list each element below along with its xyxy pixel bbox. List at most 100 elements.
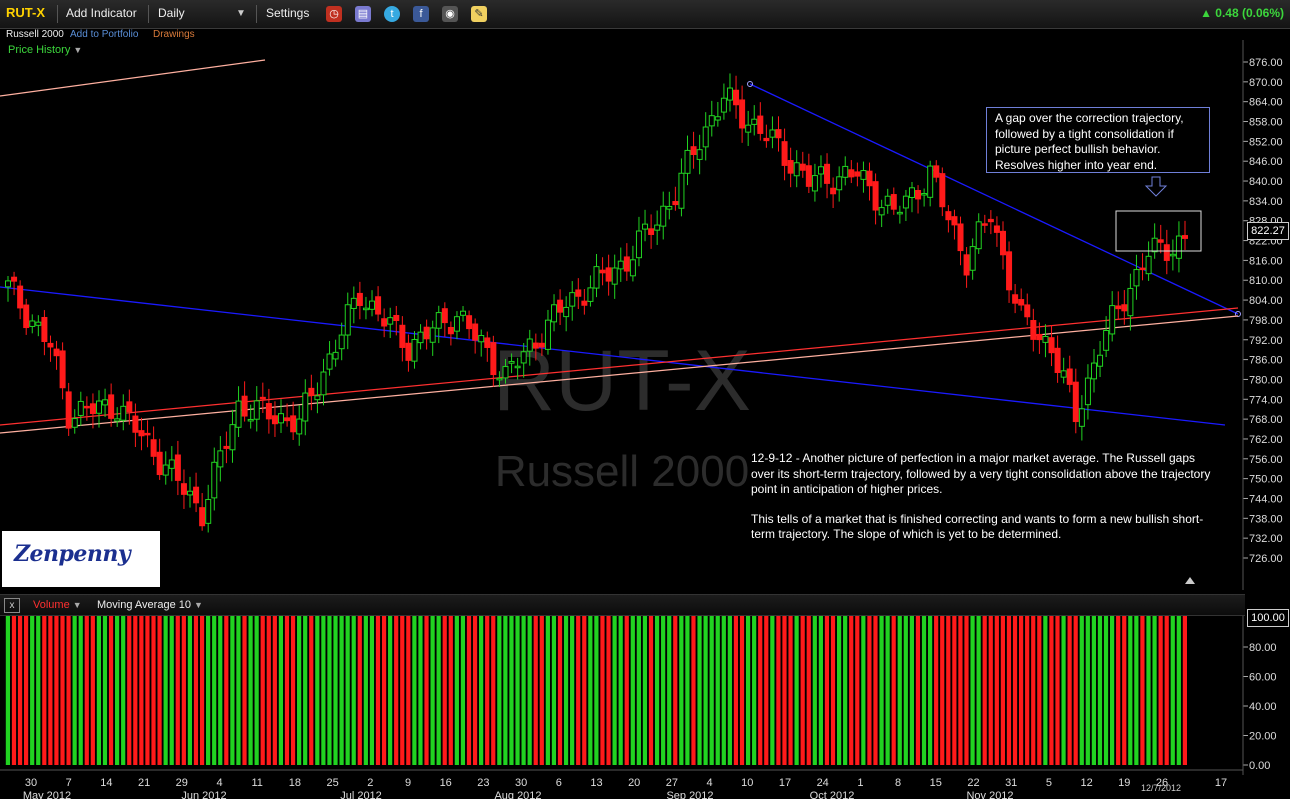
last-price-badge: 822.27 bbox=[1247, 222, 1289, 240]
x-day-label: 19 bbox=[1118, 777, 1130, 789]
y-tick-label: 816.00 bbox=[1249, 255, 1283, 267]
x-day-label: 18 bbox=[289, 777, 301, 789]
candle-body bbox=[490, 342, 497, 376]
candle-body bbox=[678, 172, 685, 209]
candle-body bbox=[508, 360, 515, 364]
candle-body bbox=[375, 296, 382, 315]
candle-body bbox=[726, 87, 733, 101]
volume-bar bbox=[946, 616, 951, 765]
volume-bar bbox=[115, 616, 120, 765]
volume-bar bbox=[636, 616, 641, 765]
volume-bar bbox=[54, 616, 59, 765]
x-day-label: 29 bbox=[176, 777, 188, 789]
volume-bar bbox=[400, 616, 405, 765]
candle-body bbox=[17, 285, 24, 309]
candle-body bbox=[951, 216, 958, 226]
volume-bar bbox=[903, 616, 908, 765]
candle-body bbox=[35, 321, 42, 326]
volume-bar bbox=[17, 616, 23, 765]
candle-body bbox=[1133, 269, 1140, 287]
volume-bar bbox=[812, 616, 817, 765]
volume-bar bbox=[1170, 616, 1175, 765]
volume-bar bbox=[727, 616, 732, 765]
candle-body bbox=[769, 129, 776, 138]
candle-body bbox=[569, 292, 576, 307]
candle-body bbox=[623, 256, 630, 272]
volume-bar bbox=[1037, 616, 1042, 765]
volume-bar bbox=[551, 616, 557, 765]
moving-average-menu[interactable]: Moving Average 10 ▼ bbox=[97, 599, 203, 611]
volume-bar bbox=[127, 616, 132, 765]
volume-bar bbox=[321, 616, 326, 765]
candle-body bbox=[599, 269, 606, 274]
volume-bar bbox=[42, 616, 47, 765]
candle-body bbox=[969, 246, 976, 271]
volume-bar bbox=[157, 616, 162, 765]
candle-body bbox=[1084, 377, 1091, 406]
y-tick-label: 750.00 bbox=[1249, 474, 1283, 486]
volume-bar bbox=[181, 616, 186, 765]
volume-bar bbox=[739, 616, 745, 765]
candle-body bbox=[927, 165, 934, 198]
volume-bar bbox=[715, 616, 720, 765]
volume-bar bbox=[375, 616, 381, 765]
candle-body bbox=[1163, 244, 1170, 261]
candle-body bbox=[399, 324, 406, 348]
candle-body bbox=[247, 418, 254, 422]
volume-bar bbox=[879, 616, 884, 765]
volume-bar bbox=[442, 616, 447, 765]
x-day-label: 17 bbox=[1215, 777, 1227, 789]
volume-bar bbox=[199, 616, 205, 765]
candle-body bbox=[811, 175, 818, 192]
candle-body bbox=[162, 464, 169, 476]
volume-bar bbox=[1116, 616, 1121, 765]
volume-bar bbox=[163, 616, 168, 765]
x-day-label: 1 bbox=[857, 777, 863, 789]
volume-bar bbox=[794, 616, 799, 765]
candle-body bbox=[235, 400, 242, 428]
y-tick-label: 870.00 bbox=[1249, 77, 1283, 89]
candle-body bbox=[168, 459, 175, 469]
x-day-label: 2 bbox=[367, 777, 373, 789]
volume-bar bbox=[254, 616, 259, 765]
candle-body bbox=[211, 461, 218, 499]
volume-bar bbox=[66, 616, 71, 765]
candle-body bbox=[466, 315, 473, 330]
candle-body bbox=[193, 486, 200, 504]
channel-line-top[interactable] bbox=[0, 59, 266, 97]
candle-body bbox=[314, 395, 321, 401]
volume-bar bbox=[533, 616, 538, 765]
y-tick-label: 840.00 bbox=[1249, 176, 1283, 188]
volume-bar bbox=[612, 616, 617, 765]
volume-bar bbox=[418, 616, 423, 765]
volume-tick-label: 40.00 bbox=[1249, 701, 1277, 713]
x-day-label: 23 bbox=[477, 777, 489, 789]
candle-body bbox=[660, 205, 667, 227]
scroll-up-icon[interactable] bbox=[1185, 577, 1195, 584]
candle-body bbox=[1066, 368, 1073, 385]
volume-bar bbox=[667, 616, 672, 765]
candle-body bbox=[1175, 235, 1182, 259]
annotation-box[interactable]: A gap over the correction trajectory, fo… bbox=[986, 107, 1210, 173]
candle-body bbox=[915, 189, 922, 200]
volume-bar bbox=[48, 616, 53, 765]
volume-bar bbox=[485, 616, 490, 765]
volume-tick-label: 20.00 bbox=[1249, 731, 1277, 743]
volume-bar bbox=[679, 616, 684, 765]
candle-body bbox=[350, 297, 357, 309]
candle-body bbox=[696, 149, 703, 160]
volume-bar bbox=[673, 616, 678, 765]
volume-bar bbox=[1140, 616, 1145, 765]
candle-body bbox=[284, 417, 291, 422]
candle-body bbox=[71, 418, 78, 428]
arrow-down-icon bbox=[1144, 176, 1168, 197]
close-icon[interactable]: x bbox=[4, 598, 20, 613]
candle-body bbox=[751, 118, 758, 125]
x-day-label: 14 bbox=[100, 777, 112, 789]
volume-bar bbox=[497, 616, 502, 765]
volume-bar bbox=[1061, 616, 1066, 765]
candle-body bbox=[854, 171, 861, 177]
volume-menu[interactable]: Volume ▼ bbox=[33, 599, 82, 611]
x-day-label: 11 bbox=[251, 777, 262, 789]
volume-bar bbox=[873, 616, 878, 765]
